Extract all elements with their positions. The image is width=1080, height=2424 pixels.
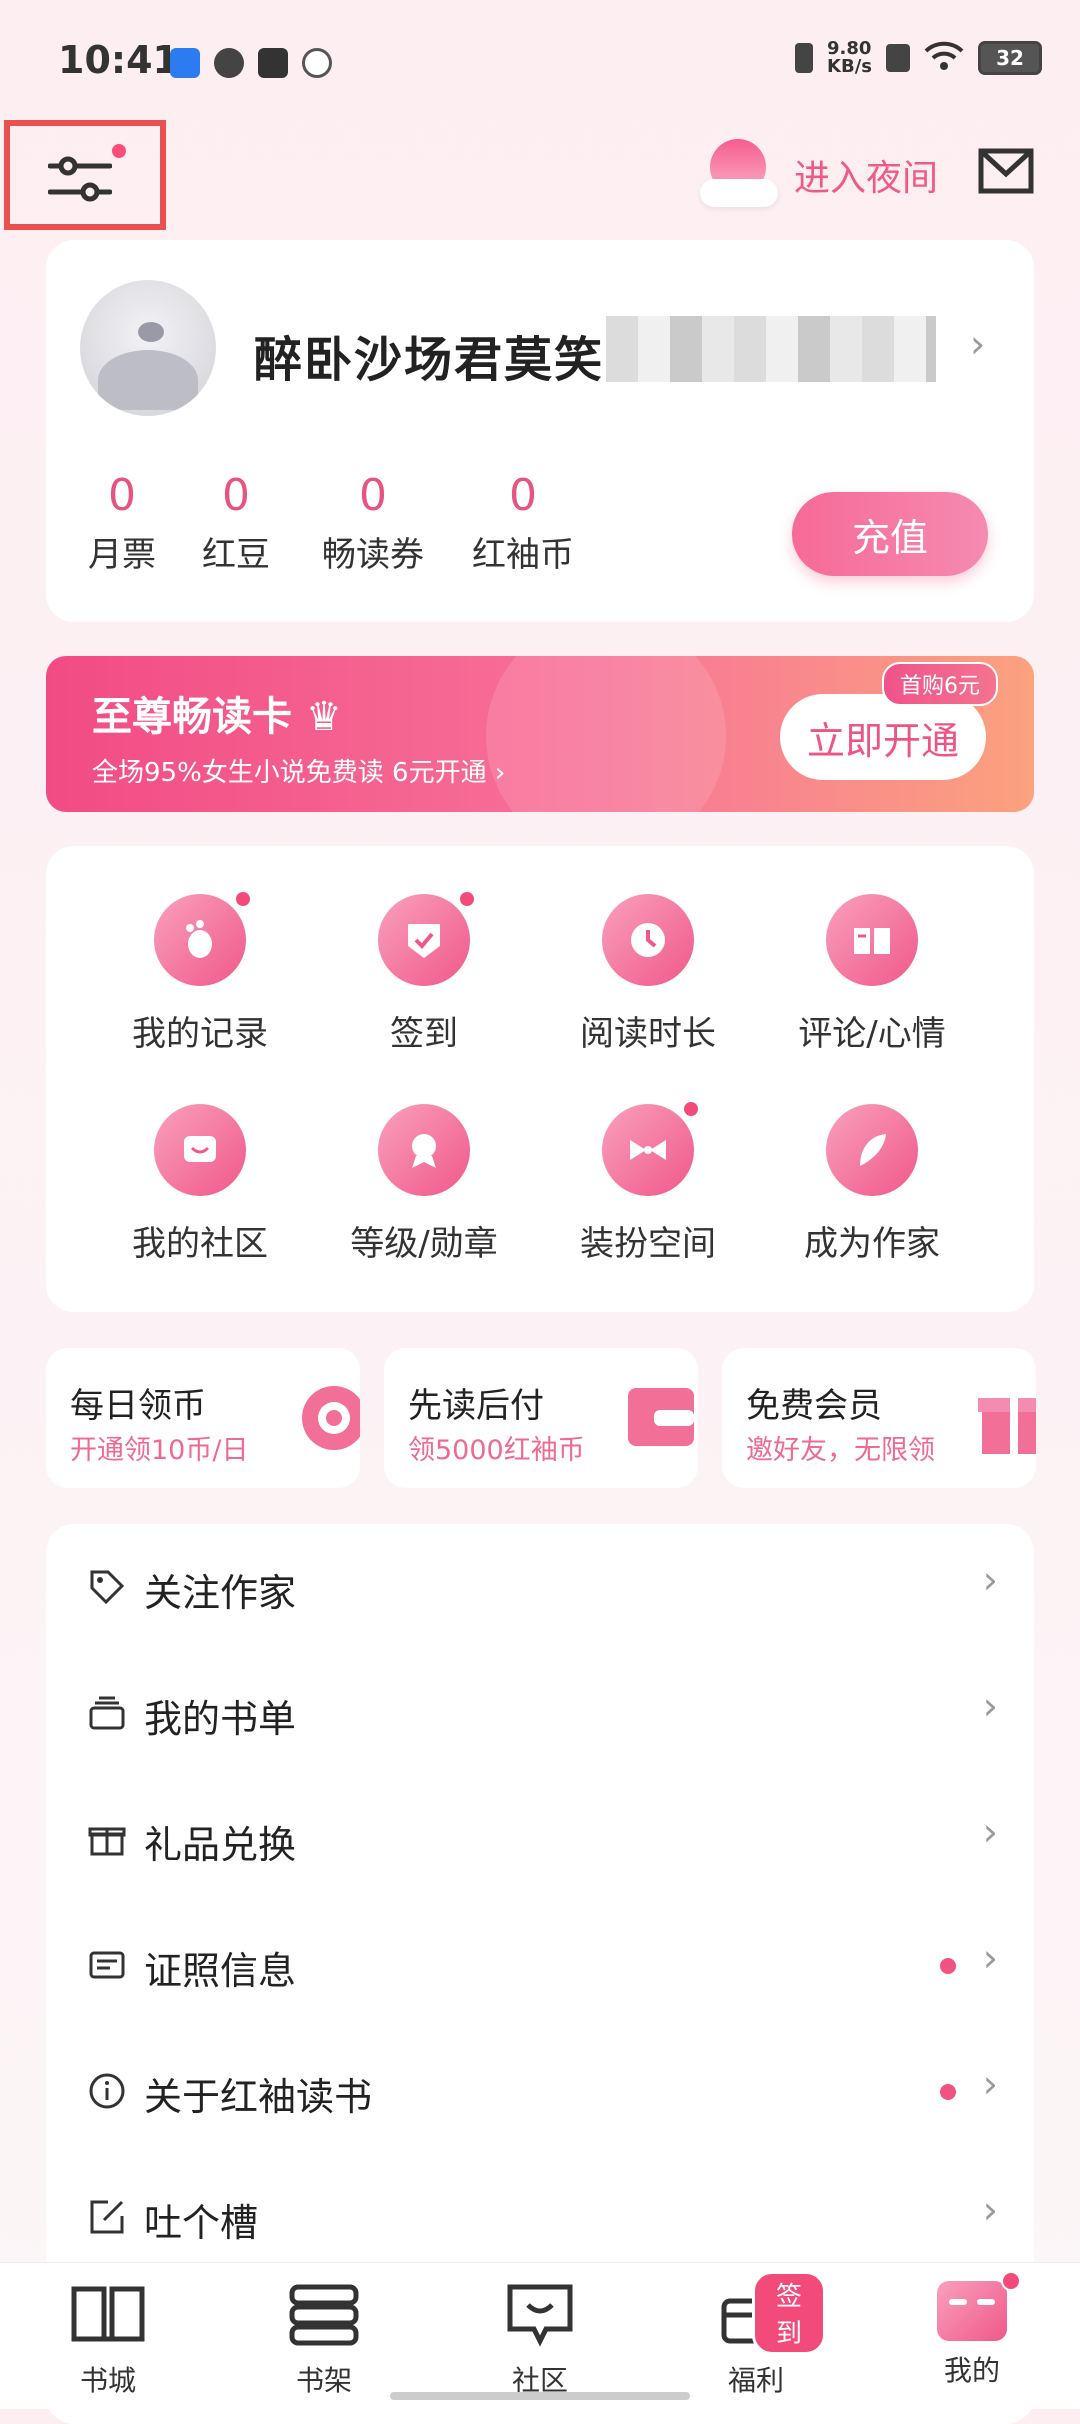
- notification-dot: [940, 2084, 956, 2100]
- vip-banner[interactable]: 至尊畅读卡 ♛ 全场95%女生小说免费读 6元开通 › 立即开通 首购6元: [46, 656, 1034, 812]
- qq-app-icon: [302, 48, 332, 78]
- notification-dot: [940, 1958, 956, 1974]
- notification-dot: [112, 144, 126, 158]
- gift-icon: [978, 1398, 1036, 1454]
- feature-grid: 我的记录 签到 阅读时长 评论/心情 我的社区 等级/勋章 装扮空间 成为作家: [46, 846, 1034, 1312]
- vip-title: 至尊畅读卡 ♛: [92, 694, 342, 740]
- stat-monthly-ticket[interactable]: 0 月票: [70, 470, 174, 576]
- medal-icon: [378, 1104, 470, 1196]
- chevron-right-icon[interactable]: ›: [970, 322, 985, 366]
- list-item-follow-authors[interactable]: 关注作家 ›: [46, 1524, 1034, 1650]
- grid-item-become-writer[interactable]: 成为作家: [762, 1104, 982, 1265]
- bookshelf-icon: [289, 2284, 359, 2346]
- stat-red-bean[interactable]: 0 红豆: [184, 470, 288, 576]
- id-card-icon: [89, 1951, 125, 1979]
- net-speed: 9.80 KB/s: [827, 38, 872, 77]
- recharge-button[interactable]: 充值: [792, 492, 988, 576]
- battery-icon: 32: [978, 41, 1042, 75]
- mine-book-icon: [937, 2271, 1021, 2341]
- list-item-about[interactable]: 关于红袖读书 ›: [46, 2028, 1034, 2154]
- open-vip-button[interactable]: 立即开通: [780, 694, 986, 780]
- status-time: 10:41: [58, 38, 179, 82]
- list-item-my-booklist[interactable]: 我的书单 ›: [46, 1650, 1034, 1776]
- sliders-icon: [48, 156, 112, 202]
- tab-community[interactable]: 社区: [470, 2281, 610, 2399]
- book-comment-icon: [826, 894, 918, 986]
- promo-read-pay-later[interactable]: 先读后付 领5000红袖币: [384, 1348, 698, 1488]
- chat-icon: [507, 2284, 573, 2347]
- info-icon: [89, 2073, 125, 2109]
- tab-welfare[interactable]: 福利 签到: [686, 2271, 826, 2399]
- grid-item-community[interactable]: 我的社区: [90, 1104, 310, 1265]
- swirl-app-icon: [214, 48, 244, 78]
- tab-mine[interactable]: 我的: [902, 2271, 1042, 2389]
- status-bar: 10:41 9.80 KB/s 32: [0, 0, 1080, 120]
- clock-icon: [602, 894, 694, 986]
- grid-item-checkin[interactable]: 签到: [314, 890, 534, 1055]
- vibrate-icon: [795, 43, 814, 73]
- grid-item-dressup[interactable]: 装扮空间: [538, 1100, 758, 1265]
- vip-subtitle: 全场95%女生小说免费读 6元开通 ›: [92, 758, 506, 788]
- status-right: 9.80 KB/s 32: [795, 40, 1042, 76]
- promo-daily-coins[interactable]: 每日领币 开通领10币/日: [46, 1348, 360, 1488]
- open-book-icon: [71, 2286, 145, 2342]
- home-indicator[interactable]: [390, 2392, 690, 2400]
- settings-filter-button[interactable]: [4, 120, 166, 230]
- bowtie-icon: [602, 1100, 700, 1196]
- stat-coins[interactable]: 0 红袖币: [458, 470, 588, 576]
- sim-off-icon: [886, 44, 910, 72]
- cloud-app-icon: [170, 48, 200, 78]
- footprint-icon: [154, 890, 252, 986]
- list-item-license-info[interactable]: 证照信息 ›: [46, 1902, 1034, 2028]
- feather-pen-icon: [826, 1104, 918, 1196]
- stack-icon: [89, 1696, 125, 1730]
- username[interactable]: 醉卧沙场君莫笑: [254, 320, 604, 390]
- promo-free-membership[interactable]: 免费会员 邀好友，无限领: [722, 1348, 1036, 1488]
- grid-item-records[interactable]: 我的记录: [90, 890, 310, 1055]
- crown-icon: ♛: [305, 694, 342, 740]
- grid-item-level-medal[interactable]: 等级/勋章: [314, 1104, 534, 1265]
- profile-card: 醉卧沙场君莫笑 › 0 月票 0 红豆 0 畅读券 0 红袖币 充值: [46, 240, 1034, 622]
- coin-icon: [302, 1386, 360, 1450]
- mail-icon[interactable]: [978, 148, 1034, 194]
- tab-bookstore[interactable]: 书城: [38, 2281, 178, 2399]
- wallet-icon: [628, 1388, 694, 1446]
- grid-item-reading-time[interactable]: 阅读时长: [538, 894, 758, 1055]
- edit-icon: [90, 2200, 124, 2234]
- stat-read-coupon[interactable]: 0 畅读券: [308, 470, 438, 576]
- mosaic-blur: [606, 316, 936, 382]
- list-item-gift-exchange[interactable]: 礼品兑换 ›: [46, 1776, 1034, 1902]
- message-app-icon: [258, 48, 288, 78]
- sunset-icon: [700, 135, 780, 215]
- checkin-icon: [378, 890, 476, 986]
- checkin-badge: 签到: [752, 2271, 826, 2355]
- chat-bubble-icon: [154, 1104, 246, 1196]
- avatar[interactable]: [80, 280, 216, 416]
- bottom-tab-bar: 书城 书架 社区 福利 签到 我的: [0, 2262, 1080, 2409]
- tag-icon: [90, 1570, 125, 1605]
- grid-item-comments[interactable]: 评论/心情: [762, 894, 982, 1055]
- night-mode-toggle[interactable]: 进入夜间: [700, 135, 938, 215]
- night-mode-label: 进入夜间: [794, 158, 939, 199]
- first-purchase-badge: 首购6元: [882, 662, 998, 706]
- tab-bookshelf[interactable]: 书架: [254, 2281, 394, 2399]
- gift-outline-icon: [88, 1827, 126, 1856]
- wifi-icon: [924, 41, 964, 76]
